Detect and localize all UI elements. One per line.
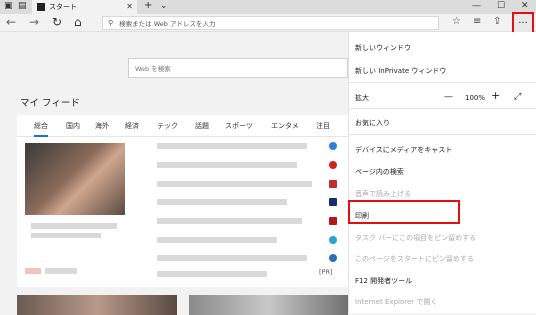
source-icon xyxy=(329,217,337,225)
tab-category-4[interactable]: テック xyxy=(157,121,178,131)
news-source-badge xyxy=(25,268,41,274)
address-bar[interactable]: ⚲ 検索または Web アドレスを入力 xyxy=(102,16,439,30)
tab-category-7[interactable]: エンタメ xyxy=(271,121,299,131)
tab-list-icon[interactable]: ▤ xyxy=(18,1,27,11)
edge-favicon-icon xyxy=(37,3,45,11)
forward-icon[interactable]: → xyxy=(29,15,39,29)
menu-item-cast[interactable]: デバイスにメディアをキャスト xyxy=(355,145,452,155)
list-item[interactable] xyxy=(157,199,287,205)
news-source xyxy=(45,268,77,274)
tab-title: スタート xyxy=(49,3,77,11)
news-image[interactable] xyxy=(25,143,125,215)
close-button[interactable]: ✕ xyxy=(521,1,529,11)
tab-category-1[interactable]: 国内 xyxy=(66,121,80,131)
menu-item-find[interactable]: ページ内の検索 xyxy=(355,167,404,177)
news-headline[interactable] xyxy=(31,223,117,229)
category-tabs: 総合 国内 海外 経済 テック 話題 スポーツ エンタメ 注目 xyxy=(17,115,348,137)
title-bar: ▣ ▤ スタート ✕ + ⌄ — ☐ ✕ xyxy=(0,0,536,14)
fullscreen-icon[interactable]: ⤢ xyxy=(514,92,521,102)
menu-divider xyxy=(349,134,536,135)
tab-category-0[interactable]: 総合 xyxy=(34,121,48,137)
address-placeholder: 検索または Web アドレスを入力 xyxy=(119,20,216,28)
feed-title: マイ フィード xyxy=(20,98,80,109)
menu-item-open-ie: Internet Explorer で開く xyxy=(355,298,438,306)
news-headline[interactable] xyxy=(31,233,101,238)
web-search-placeholder: Web を検索 xyxy=(135,65,171,73)
menu-item-new-inprivate[interactable]: 新しい InPrivate ウィンドウ xyxy=(355,66,446,76)
news-image[interactable] xyxy=(17,295,177,315)
source-icon xyxy=(329,142,337,150)
source-icon xyxy=(329,236,337,244)
minimize-button[interactable]: — xyxy=(472,1,481,11)
pr-label: [PR] xyxy=(319,268,333,276)
tab-close-icon[interactable]: ✕ xyxy=(126,2,133,11)
zoom-level: 100% xyxy=(465,94,486,102)
source-icon xyxy=(329,161,337,169)
tab-category-2[interactable]: 海外 xyxy=(95,121,109,131)
list-item[interactable] xyxy=(157,218,302,224)
menu-item-pin-start: このページをスタートにピン留めする xyxy=(355,255,474,263)
more-news-row xyxy=(17,291,348,315)
source-icon xyxy=(329,180,337,188)
search-icon: ⚲ xyxy=(108,19,114,27)
tab-start[interactable]: スタート ✕ xyxy=(32,0,137,14)
tab-preview-icon[interactable]: ⌄ xyxy=(160,1,168,11)
tab-category-5[interactable]: 話題 xyxy=(195,121,209,131)
start-page: Web を検索 マイ フィード 総合 国内 海外 経済 テック 話題 スポーツ … xyxy=(0,33,348,315)
share-icon[interactable]: ⇪ xyxy=(493,16,501,27)
menu-item-new-window[interactable]: 新しいウィンドウ xyxy=(355,43,411,53)
menu-item-devtools[interactable]: F12 開発者ツール xyxy=(355,276,412,286)
list-item[interactable] xyxy=(157,181,312,187)
list-item[interactable] xyxy=(157,162,297,168)
list-item[interactable] xyxy=(157,271,267,277)
news-image[interactable] xyxy=(189,295,348,315)
navigation-toolbar: ← → ↻ ⌂ ⚲ 検索または Web アドレスを入力 ☆ ≡ ⇪ xyxy=(0,14,536,32)
tab-category-3[interactable]: 経済 xyxy=(125,121,139,131)
zoom-out-button[interactable]: — xyxy=(444,92,453,102)
back-icon[interactable]: ← xyxy=(6,15,16,29)
web-search-input[interactable]: Web を検索 xyxy=(128,58,348,78)
list-item[interactable] xyxy=(157,255,307,261)
favorites-hub-icon[interactable]: ≡ xyxy=(473,16,481,27)
tab-category-6[interactable]: スポーツ xyxy=(225,121,253,131)
zoom-in-button[interactable]: + xyxy=(491,89,500,102)
maximize-button[interactable]: ☐ xyxy=(497,1,505,11)
tab-actions-icon[interactable]: ▣ xyxy=(4,1,13,11)
list-item[interactable] xyxy=(157,143,307,149)
more-actions-menu: 新しいウィンドウ 新しい InPrivate ウィンドウ 拡大 — 100% +… xyxy=(348,32,536,313)
news-feed: [PR] xyxy=(17,137,348,287)
print-highlight xyxy=(348,200,460,224)
home-icon[interactable]: ⌂ xyxy=(74,15,82,29)
list-item[interactable] xyxy=(157,237,277,243)
new-tab-button[interactable]: + xyxy=(144,0,152,11)
zoom-label: 拡大 xyxy=(355,94,369,102)
menu-item-read-aloud: 音声で読み上げる xyxy=(355,190,411,198)
favorites-star-icon[interactable]: ☆ xyxy=(452,16,461,27)
source-icon xyxy=(329,198,337,206)
menu-divider xyxy=(349,82,536,83)
menu-divider xyxy=(349,108,536,109)
tab-category-8[interactable]: 注目 xyxy=(316,121,330,131)
menu-item-pin-taskbar: タスク バーにこの項目をピン留めする xyxy=(355,234,477,242)
menu-item-favorites[interactable]: お気に入り xyxy=(355,118,390,128)
source-icon xyxy=(329,254,337,262)
refresh-icon[interactable]: ↻ xyxy=(52,15,62,29)
more-actions-button[interactable]: ··· xyxy=(512,12,534,34)
